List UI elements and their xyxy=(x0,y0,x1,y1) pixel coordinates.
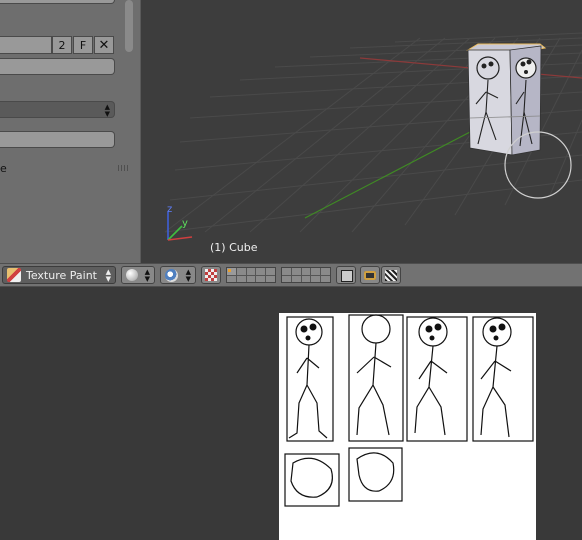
mode-selector[interactable]: Texture Paint ▲ ▼ xyxy=(2,266,116,284)
tool-shelf-panel: 2 F ✕ ▲ ▼ e xyxy=(0,0,141,263)
panel-field-top[interactable] xyxy=(0,0,115,4)
datablock-name-field[interactable] xyxy=(0,36,52,54)
pivot-selector[interactable]: ▲ ▼ xyxy=(160,266,196,284)
camera-icon xyxy=(364,271,376,280)
unlink-button[interactable]: ✕ xyxy=(94,36,114,54)
chevron-updown-icon: ▲ ▼ xyxy=(185,268,191,283)
pivot-icon xyxy=(165,269,178,282)
panel-dropdown[interactable]: ▲ ▼ xyxy=(0,101,115,118)
chevron-updown-icon: ▲ ▼ xyxy=(104,103,110,118)
viewport-header: Texture Paint ▲ ▼ ▲ ▼ ▲ ▼ xyxy=(0,263,582,287)
texture-image xyxy=(279,313,536,540)
lock-camera-button[interactable] xyxy=(336,266,356,284)
axis-gizmo xyxy=(167,212,193,241)
svg-text:y: y xyxy=(182,218,188,229)
cube-object xyxy=(466,43,547,156)
panel-field-2[interactable] xyxy=(0,131,115,148)
mode-label: Texture Paint xyxy=(26,268,97,282)
clapboard-icon xyxy=(385,270,397,281)
brush-icon xyxy=(7,268,21,282)
layer-buttons-a[interactable] xyxy=(226,267,276,283)
panel-scrollbar[interactable] xyxy=(125,0,133,52)
stick-figure-texture xyxy=(284,314,534,507)
shading-selector[interactable]: ▲ ▼ xyxy=(121,266,155,284)
chevron-updown-icon: ▲ ▼ xyxy=(105,268,111,283)
sphere-icon xyxy=(126,269,138,281)
fake-user-button[interactable]: F xyxy=(73,36,93,54)
texture-toggle[interactable] xyxy=(201,266,221,284)
panel-field-1[interactable] xyxy=(0,58,115,75)
render-button[interactable] xyxy=(360,266,380,284)
checker-icon xyxy=(205,269,217,281)
svg-text:z: z xyxy=(167,204,172,215)
lock-camera-icon xyxy=(341,270,353,282)
render-animation-button[interactable] xyxy=(381,266,401,284)
layer-buttons-b[interactable] xyxy=(281,267,331,283)
panel-grip-icon[interactable] xyxy=(118,165,130,171)
3d-viewport[interactable]: z y 2 F ✕ ▲ ▼ e (1) Cube xyxy=(0,0,582,263)
uv-image-editor[interactable] xyxy=(0,287,582,540)
panel-truncated-label: e xyxy=(0,162,7,175)
datablock-users-count[interactable]: 2 xyxy=(52,36,72,54)
chevron-updown-icon: ▲ ▼ xyxy=(144,268,150,283)
object-label: (1) Cube xyxy=(210,241,258,254)
x-icon: ✕ xyxy=(98,37,110,53)
